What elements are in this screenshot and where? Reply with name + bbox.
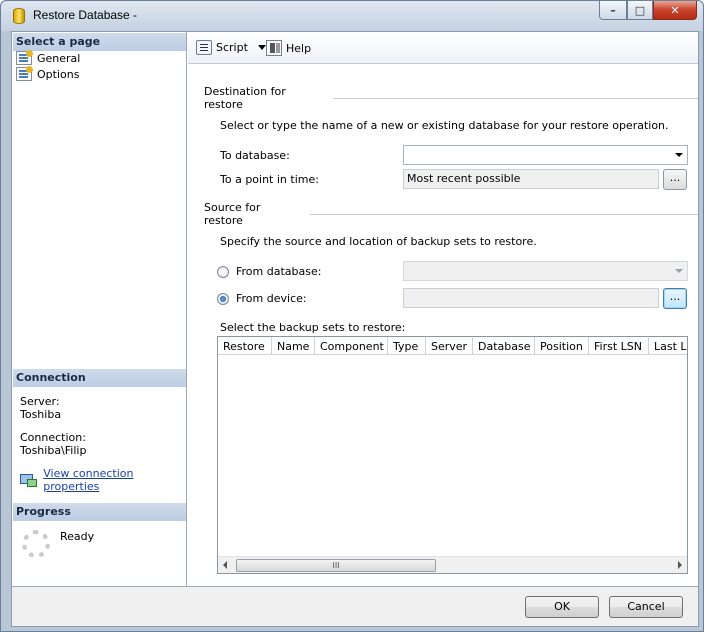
column-header-server[interactable]: Server xyxy=(426,337,473,355)
point-in-time-browse-button[interactable]: ... xyxy=(663,169,687,190)
close-button[interactable]: ✕ xyxy=(653,1,697,20)
divider xyxy=(332,97,698,99)
connection-label: Connection: xyxy=(20,431,86,444)
column-header-name[interactable]: Name xyxy=(272,337,315,355)
scroll-right-icon[interactable] xyxy=(678,561,682,569)
ok-button[interactable]: OK xyxy=(525,596,599,618)
column-header-first-lsn[interactable]: First LSN xyxy=(589,337,649,355)
point-in-time-label: To a point in time: xyxy=(220,173,319,186)
backup-sets-grid[interactable]: Restore Name Component Type Server Datab… xyxy=(217,336,688,574)
scroll-left-icon[interactable] xyxy=(223,561,227,569)
script-button[interactable]: Script xyxy=(196,40,272,55)
scrollbar-thumb[interactable]: III xyxy=(236,559,436,572)
minimize-button[interactable]: – xyxy=(599,1,627,20)
from-device-label: From device: xyxy=(236,292,307,305)
toolbar: Script Help xyxy=(188,32,698,64)
source-header-label: Source for restore xyxy=(204,201,261,227)
title-bar[interactable]: Restore Database - – □ ✕ xyxy=(1,1,703,31)
maximize-button[interactable]: □ xyxy=(627,1,653,20)
page-item-label: General xyxy=(37,51,81,65)
script-label: Script xyxy=(216,41,248,54)
restore-database-window: Restore Database - – □ ✕ Select a page G… xyxy=(0,0,704,632)
view-connection-properties-link[interactable]: View connection properties xyxy=(20,467,186,493)
window-controls: – □ ✕ xyxy=(599,1,697,20)
help-button[interactable]: Help xyxy=(266,40,311,56)
left-panel: Select a page General Options Connection… xyxy=(12,32,187,586)
point-in-time-field: Most recent possible xyxy=(403,169,659,189)
script-icon xyxy=(196,40,212,55)
page-icon xyxy=(16,50,33,65)
to-database-combo[interactable] xyxy=(403,145,688,165)
column-header-component[interactable]: Component xyxy=(315,337,388,355)
dialog-client-area: Select a page General Options Connection… xyxy=(11,31,699,627)
server-label: Server: xyxy=(20,395,60,408)
from-database-combo[interactable] xyxy=(403,261,688,281)
help-label: Help xyxy=(286,41,312,55)
backup-sets-label: Select the backup sets to restore: xyxy=(220,321,406,334)
cancel-button[interactable]: Cancel xyxy=(609,596,683,618)
horizontal-scrollbar[interactable]: III xyxy=(218,556,687,573)
destination-header-label: Destination for restore xyxy=(204,85,286,111)
radio-off-icon xyxy=(217,265,229,278)
progress-spinner-icon xyxy=(22,530,50,558)
column-header-restore[interactable]: Restore xyxy=(218,337,272,355)
chevron-down-icon[interactable] xyxy=(675,153,683,157)
connection-properties-icon xyxy=(20,473,38,487)
page-item-options[interactable]: Options xyxy=(16,66,79,82)
window-title: Restore Database - xyxy=(33,8,138,22)
from-device-browse-button[interactable]: ... xyxy=(663,288,687,309)
from-database-label: From database: xyxy=(236,265,322,278)
help-icon xyxy=(266,40,282,56)
source-group-header: Source for restore xyxy=(204,201,698,227)
progress-status: Ready xyxy=(60,530,95,543)
column-header-database[interactable]: Database xyxy=(473,337,535,355)
column-header-position[interactable]: Position xyxy=(535,337,589,355)
connection-header: Connection xyxy=(13,369,186,387)
dialog-footer: OK Cancel xyxy=(12,586,698,626)
database-icon xyxy=(13,8,25,24)
right-panel: Script Help Destination for restore Sele… xyxy=(188,32,698,586)
page-item-label: Options xyxy=(37,67,80,81)
destination-description: Select or type the name of a new or exis… xyxy=(220,119,669,132)
grid-header: Restore Name Component Type Server Datab… xyxy=(218,337,687,355)
select-page-header: Select a page xyxy=(13,33,186,51)
column-header-last-lsn[interactable]: Last LSN xyxy=(649,337,687,355)
from-device-radio[interactable]: From device: xyxy=(217,292,307,305)
chevron-down-icon[interactable] xyxy=(257,45,266,50)
connection-value: Toshiba\Filip xyxy=(20,444,87,457)
page-icon xyxy=(16,66,33,81)
view-connection-properties-label: View connection properties xyxy=(43,467,134,493)
to-database-label: To database: xyxy=(220,149,290,162)
destination-group-header: Destination for restore xyxy=(204,85,698,111)
column-header-type[interactable]: Type xyxy=(388,337,426,355)
source-description: Specify the source and location of backu… xyxy=(220,235,537,248)
page-item-general[interactable]: General xyxy=(16,50,80,66)
divider xyxy=(310,213,698,215)
server-value: Toshiba xyxy=(20,408,62,421)
chevron-down-icon[interactable] xyxy=(675,269,683,273)
progress-header: Progress xyxy=(13,503,186,521)
from-device-field xyxy=(403,288,659,308)
radio-on-icon xyxy=(217,292,229,305)
from-database-radio[interactable]: From database: xyxy=(217,265,321,278)
